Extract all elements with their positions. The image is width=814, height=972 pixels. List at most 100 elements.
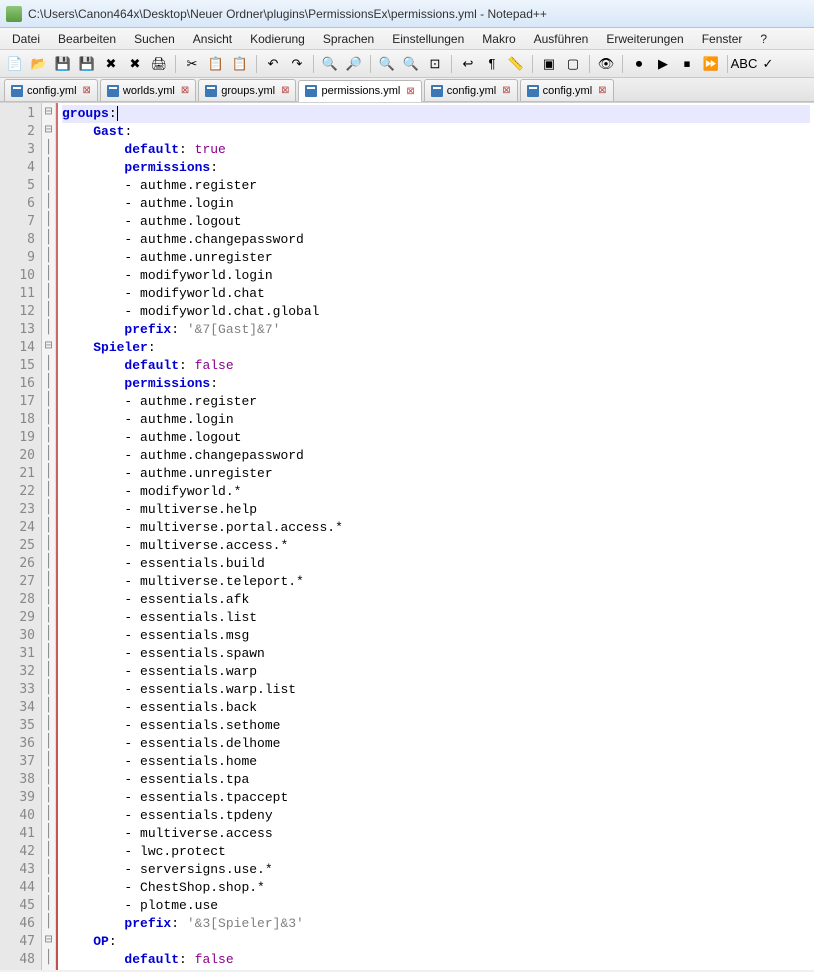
macro-record-button[interactable]: ⏺ bbox=[628, 53, 650, 75]
spell-check-button[interactable]: ABC bbox=[733, 53, 755, 75]
code-line[interactable]: - essentials.tpa bbox=[62, 771, 810, 789]
tab-config-yml[interactable]: config.yml⊠ bbox=[520, 79, 614, 101]
menu-?[interactable]: ? bbox=[752, 30, 775, 48]
menu-suchen[interactable]: Suchen bbox=[126, 30, 183, 48]
close-icon[interactable]: ⊠ bbox=[406, 86, 414, 97]
code-line[interactable]: - multiverse.access.* bbox=[62, 537, 810, 555]
code-line[interactable]: - multiverse.access bbox=[62, 825, 810, 843]
menu-ansicht[interactable]: Ansicht bbox=[185, 30, 240, 48]
cut-button[interactable]: ✂ bbox=[181, 53, 203, 75]
code-line[interactable]: - ChestShop.shop.* bbox=[62, 879, 810, 897]
close-icon[interactable]: ⊠ bbox=[181, 85, 189, 96]
code-line[interactable]: - authme.register bbox=[62, 393, 810, 411]
zoom-in-button[interactable]: 🔍 bbox=[376, 53, 398, 75]
code-line[interactable]: default: false bbox=[62, 357, 810, 375]
show-all-button[interactable]: ¶ bbox=[481, 53, 503, 75]
close-icon[interactable]: ⊠ bbox=[598, 85, 606, 96]
code-line[interactable]: permissions: bbox=[62, 375, 810, 393]
menu-erweiterungen[interactable]: Erweiterungen bbox=[598, 30, 691, 48]
code-line[interactable]: - authme.unregister bbox=[62, 465, 810, 483]
save-button[interactable]: 💾 bbox=[52, 53, 74, 75]
print-button[interactable]: 🖨 bbox=[148, 53, 170, 75]
spell-lang-button[interactable]: ✓ bbox=[757, 53, 779, 75]
macro-play-button[interactable]: ▶ bbox=[652, 53, 674, 75]
code-line[interactable]: - essentials.msg bbox=[62, 627, 810, 645]
code-line[interactable]: OP: bbox=[62, 933, 810, 951]
tab-config-yml[interactable]: config.yml⊠ bbox=[424, 79, 518, 101]
code-line[interactable]: permissions: bbox=[62, 159, 810, 177]
tab-permissions-yml[interactable]: permissions.yml⊠ bbox=[298, 80, 421, 102]
code-line[interactable]: prefix: '&7[Gast]&7' bbox=[62, 321, 810, 339]
fold-marker[interactable]: ⊟ bbox=[42, 337, 55, 355]
save-all-button[interactable]: 💾 bbox=[76, 53, 98, 75]
wrap-button[interactable]: ↩ bbox=[457, 53, 479, 75]
menu-fenster[interactable]: Fenster bbox=[694, 30, 751, 48]
code-line[interactable]: - authme.logout bbox=[62, 213, 810, 231]
menu-sprachen[interactable]: Sprachen bbox=[315, 30, 382, 48]
open-file-button[interactable]: 📂 bbox=[28, 53, 50, 75]
zoom-out-button[interactable]: 🔍 bbox=[400, 53, 422, 75]
code-line[interactable]: - essentials.tpdeny bbox=[62, 807, 810, 825]
menu-kodierung[interactable]: Kodierung bbox=[242, 30, 313, 48]
unfold-all-button[interactable]: ▢ bbox=[562, 53, 584, 75]
code-line[interactable]: - authme.logout bbox=[62, 429, 810, 447]
code-line[interactable]: - authme.register bbox=[62, 177, 810, 195]
tab-config-yml[interactable]: config.yml⊠ bbox=[4, 79, 98, 101]
close-icon[interactable]: ⊠ bbox=[83, 85, 91, 96]
code-line[interactable]: - plotme.use bbox=[62, 897, 810, 915]
code-line[interactable]: Spieler: bbox=[62, 339, 810, 357]
code-line[interactable]: - lwc.protect bbox=[62, 843, 810, 861]
menu-bearbeiten[interactable]: Bearbeiten bbox=[50, 30, 124, 48]
code-line[interactable]: - essentials.sethome bbox=[62, 717, 810, 735]
code-line[interactable]: groups: bbox=[62, 105, 810, 123]
close-icon[interactable]: ⊠ bbox=[281, 85, 289, 96]
copy-button[interactable]: 📋 bbox=[205, 53, 227, 75]
menu-datei[interactable]: Datei bbox=[4, 30, 48, 48]
close-icon[interactable]: ⊠ bbox=[502, 85, 510, 96]
code-line[interactable]: - essentials.tpaccept bbox=[62, 789, 810, 807]
code-line[interactable]: - modifyworld.* bbox=[62, 483, 810, 501]
hidden-chars-button[interactable]: 👁 bbox=[595, 53, 617, 75]
fold-marker[interactable]: ⊟ bbox=[42, 931, 55, 949]
code-line[interactable]: - essentials.delhome bbox=[62, 735, 810, 753]
replace-button[interactable]: 🔎 bbox=[343, 53, 365, 75]
find-button[interactable]: 🔍 bbox=[319, 53, 341, 75]
paste-button[interactable]: 📋 bbox=[229, 53, 251, 75]
close-button[interactable]: ✖ bbox=[100, 53, 122, 75]
code-line[interactable]: - serversigns.use.* bbox=[62, 861, 810, 879]
code-line[interactable]: - authme.changepassword bbox=[62, 231, 810, 249]
code-line[interactable]: - essentials.back bbox=[62, 699, 810, 717]
undo-button[interactable]: ↶ bbox=[262, 53, 284, 75]
menu-einstellungen[interactable]: Einstellungen bbox=[384, 30, 472, 48]
code-line[interactable]: - essentials.spawn bbox=[62, 645, 810, 663]
code-line[interactable]: - multiverse.portal.access.* bbox=[62, 519, 810, 537]
code-line[interactable]: default: true bbox=[62, 141, 810, 159]
code-line[interactable]: - essentials.build bbox=[62, 555, 810, 573]
menu-makro[interactable]: Makro bbox=[474, 30, 523, 48]
code-line[interactable]: - essentials.warp.list bbox=[62, 681, 810, 699]
fold-all-button[interactable]: ▣ bbox=[538, 53, 560, 75]
code-line[interactable]: default: false bbox=[62, 951, 810, 969]
fit-button[interactable]: ⊡ bbox=[424, 53, 446, 75]
macro-stop-button[interactable]: ⏹ bbox=[676, 53, 698, 75]
code-line[interactable]: - authme.login bbox=[62, 411, 810, 429]
code-line[interactable]: - authme.unregister bbox=[62, 249, 810, 267]
code-line[interactable]: - modifyworld.login bbox=[62, 267, 810, 285]
code-line[interactable]: - essentials.warp bbox=[62, 663, 810, 681]
code-line[interactable]: prefix: '&3[Spieler]&3' bbox=[62, 915, 810, 933]
code-line[interactable]: - authme.login bbox=[62, 195, 810, 213]
fold-marker[interactable]: ⊟ bbox=[42, 121, 55, 139]
code-line[interactable]: - multiverse.help bbox=[62, 501, 810, 519]
close-all-button[interactable]: ✖ bbox=[124, 53, 146, 75]
code-line[interactable]: - modifyworld.chat.global bbox=[62, 303, 810, 321]
indent-guide-button[interactable]: 📏 bbox=[505, 53, 527, 75]
code-line[interactable]: - essentials.afk bbox=[62, 591, 810, 609]
code-line[interactable]: - authme.changepassword bbox=[62, 447, 810, 465]
macro-fast-button[interactable]: ⏩ bbox=[700, 53, 722, 75]
new-file-button[interactable]: 📄 bbox=[4, 53, 26, 75]
menu-ausführen[interactable]: Ausführen bbox=[526, 30, 597, 48]
code-line[interactable]: Gast: bbox=[62, 123, 810, 141]
code-line[interactable]: - essentials.home bbox=[62, 753, 810, 771]
tab-groups-yml[interactable]: groups.yml⊠ bbox=[198, 79, 296, 101]
fold-marker[interactable]: ⊟ bbox=[42, 103, 55, 121]
